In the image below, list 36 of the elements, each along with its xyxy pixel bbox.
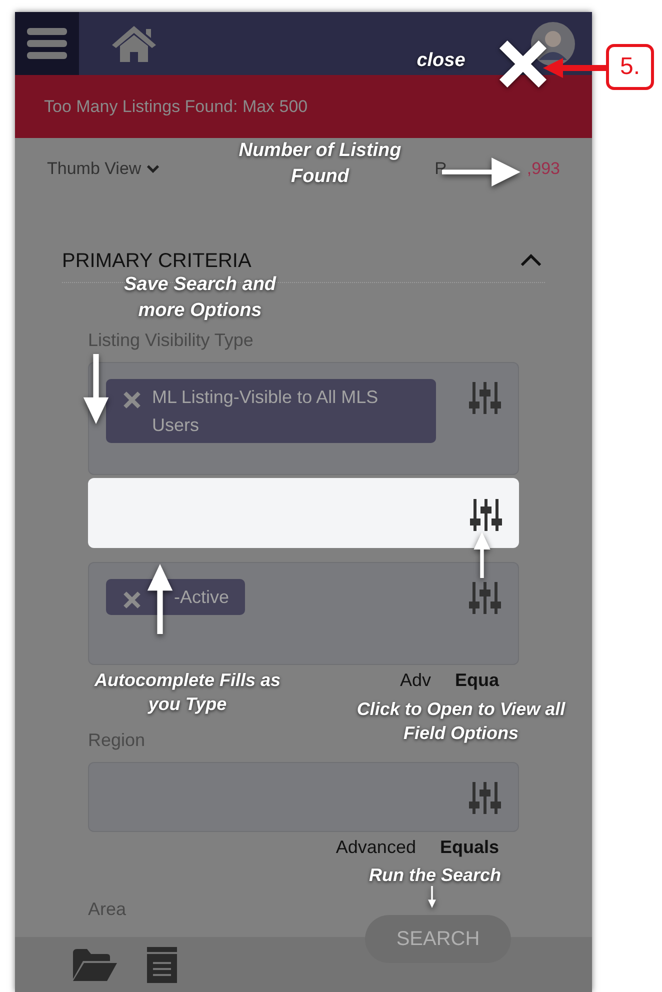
chevron-down-icon — [147, 164, 160, 174]
multi-select-field[interactable] — [88, 478, 519, 548]
folder-icon[interactable] — [73, 948, 117, 980]
pointer-arrow — [543, 58, 607, 78]
view-dropdown[interactable]: Thumb View — [47, 156, 160, 182]
sliders-icon[interactable] — [469, 381, 501, 415]
advanced-value[interactable]: Equa — [454, 666, 499, 694]
menu-icon[interactable] — [27, 28, 67, 60]
document-icon[interactable] — [147, 946, 177, 982]
sliders-icon[interactable] — [470, 498, 502, 532]
annotation-text: Number of Listing Found — [238, 139, 402, 189]
multi-select-field[interactable] — [88, 762, 519, 832]
avatar-icon[interactable] — [531, 22, 575, 66]
annotation-text: Run the Search — [368, 864, 502, 887]
chevron-up-icon[interactable] — [520, 254, 542, 267]
callout-box: 5. — [606, 44, 654, 90]
advanced-label: Advanced — [336, 836, 416, 858]
advanced-value[interactable]: Equals — [440, 834, 499, 860]
annotation-text: Autocomplete Fills as you Type — [93, 669, 282, 716]
banner-message: Too Many Listings Found: Max 500 — [44, 96, 308, 118]
selection-chip[interactable]: ML Listing-Visible to All MLS Users — [106, 379, 436, 443]
multi-select-field[interactable]: ML Listing-Visible to All MLS Users — [88, 362, 519, 475]
advanced-label: Adv — [400, 668, 431, 692]
results-count: ,993 — [526, 158, 560, 180]
chip-text: ML Listing-Visible to All MLS Users — [152, 386, 380, 437]
selection-chip[interactable]: -Active — [106, 579, 246, 615]
search-button[interactable]: SEARCH — [365, 915, 511, 963]
home-icon[interactable] — [112, 26, 156, 62]
chip-text: -Active — [174, 586, 230, 609]
annotation-text: close — [416, 49, 466, 73]
section-title: PRIMARY CRITERIA — [62, 248, 252, 274]
sliders-icon[interactable] — [469, 781, 501, 815]
sliders-icon[interactable] — [469, 581, 501, 615]
annotation-text: Click to Open to View all Field Options — [356, 698, 566, 745]
multi-select-field[interactable]: -Active — [88, 562, 519, 665]
arrow — [426, 886, 438, 908]
